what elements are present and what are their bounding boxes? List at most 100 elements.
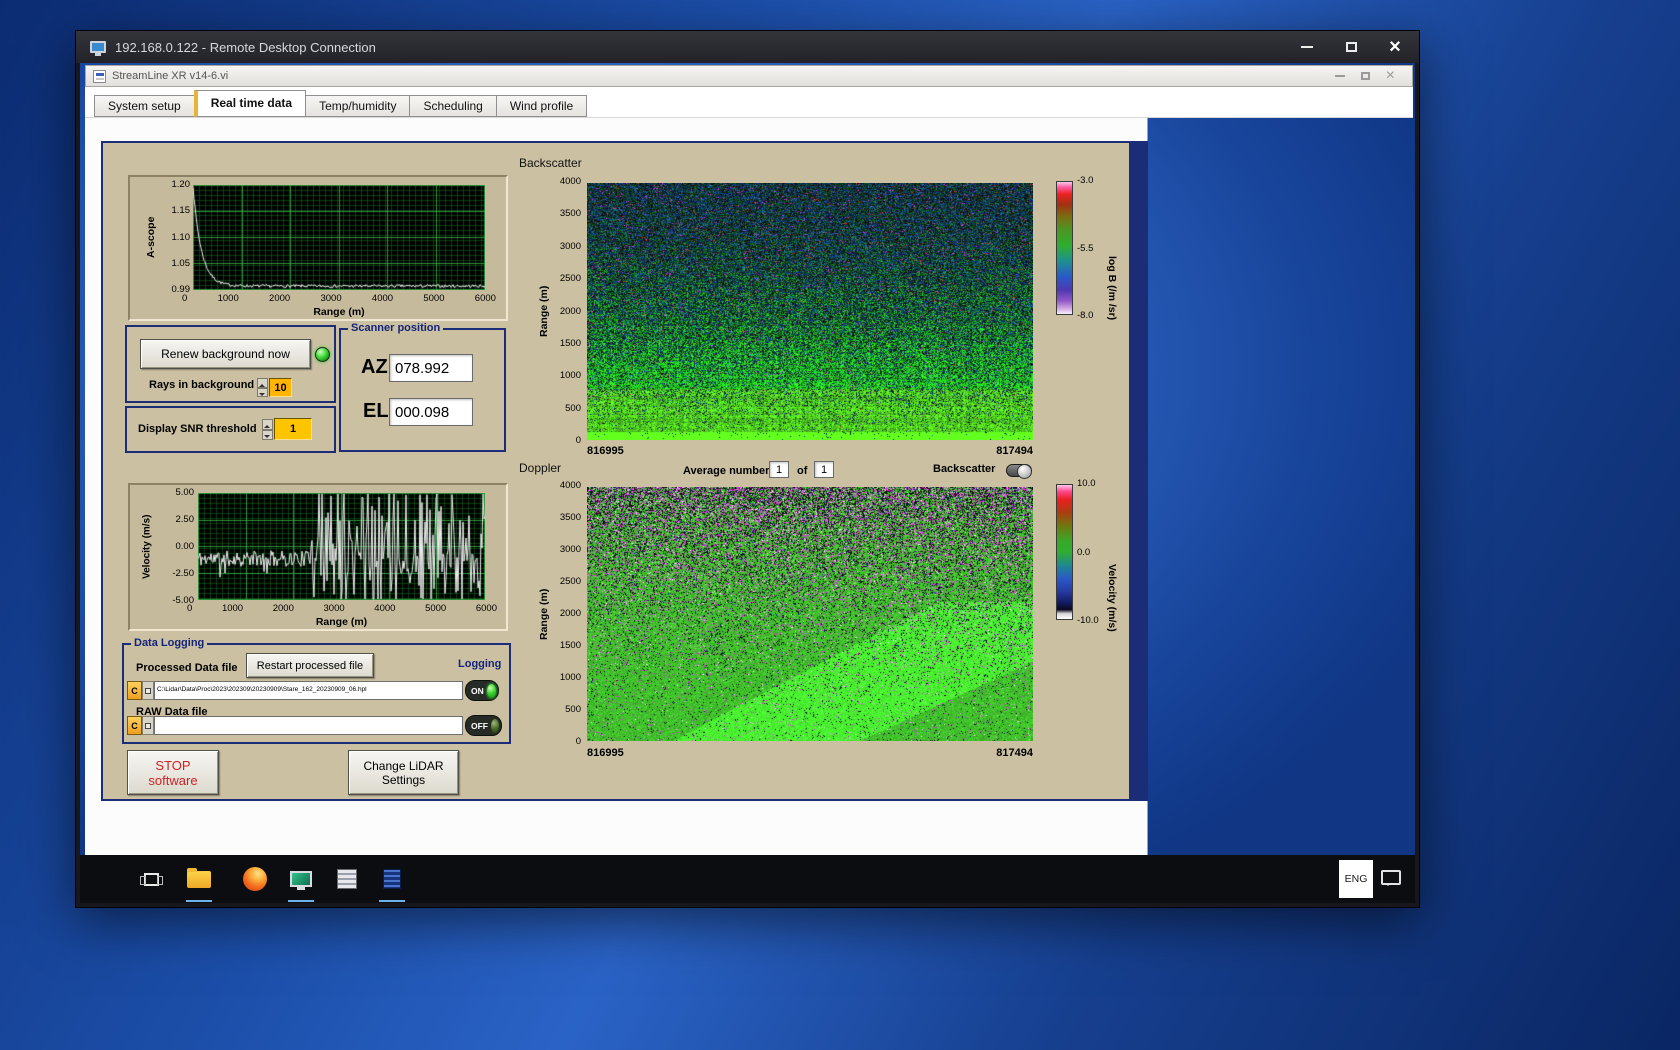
browse-icon[interactable] — [142, 716, 154, 735]
average-total-field[interactable]: 1 — [814, 461, 834, 478]
velocity-y-label: Velocity (m/s) — [141, 514, 153, 579]
app-window-title: StreamLine XR v14-6.vi — [112, 70, 229, 82]
rdp-titlebar[interactable]: 192.168.0.122 - Remote Desktop Connectio… — [76, 31, 1419, 63]
el-value-field[interactable]: 000.098 — [389, 398, 473, 426]
backscatter-x-end: 817494 — [996, 445, 1033, 457]
renew-background-label: Renew background now — [161, 347, 290, 361]
notification-chat-icon[interactable] — [1381, 870, 1401, 886]
tab-temp-humidity[interactable]: Temp/humidity — [305, 95, 411, 117]
az-value-field[interactable]: 078.992 — [389, 354, 473, 382]
app-minimize-icon[interactable] — [1334, 75, 1345, 77]
rdp-maximize-button[interactable] — [1329, 31, 1373, 63]
doppler-y-ticks: 4000 3500 3000 2500 2000 1500 1000 500 0 — [559, 480, 581, 747]
close-icon: × — [1389, 36, 1401, 58]
snr-value-field[interactable]: 1 — [274, 418, 312, 440]
backscatter-x-start: 816995 — [587, 445, 624, 457]
data-logging-title: Data Logging — [131, 637, 208, 650]
velocity-x-ticks: 0 1000 2000 3000 4000 5000 6000 — [187, 603, 497, 614]
minimize-icon — [1301, 46, 1313, 48]
velocity-x-label: Range (m) — [315, 616, 368, 628]
background-led-indicator — [315, 347, 330, 362]
panel-right-border — [1131, 141, 1148, 801]
doppler-title: Doppler — [519, 461, 562, 475]
raw-logging-led — [491, 718, 499, 733]
processed-logging-state: ON — [471, 685, 484, 696]
tab-scheduling[interactable]: Scheduling — [409, 95, 497, 117]
tab-wind-profile[interactable]: Wind profile — [495, 95, 588, 117]
stop-software-line2: software — [148, 772, 198, 788]
document-icon — [383, 869, 401, 889]
tab-real-time-data[interactable]: Real time data — [193, 90, 307, 117]
app-restore-icon[interactable] — [1360, 72, 1370, 80]
task-view-icon — [139, 872, 163, 886]
drive-icon[interactable]: C — [127, 716, 142, 735]
labview-vi-icon — [93, 69, 106, 83]
backscatter-toggle-label: Backscatter — [933, 463, 996, 475]
desktop: 192.168.0.122 - Remote Desktop Connectio… — [0, 0, 1680, 1050]
scanner-position-title: Scanner position — [348, 322, 444, 335]
raw-logging-toggle[interactable]: OFF — [465, 715, 502, 736]
file-explorer-button[interactable] — [179, 855, 219, 903]
doppler-colorbar — [1056, 484, 1073, 620]
firefox-button[interactable] — [235, 855, 275, 903]
labview-app-button[interactable] — [372, 855, 412, 903]
doppler-x-end: 817494 — [996, 747, 1033, 759]
firefox-icon — [243, 867, 267, 891]
task-view-button[interactable] — [131, 855, 171, 903]
browse-icon[interactable] — [142, 681, 154, 700]
a-scope-y-ticks: 1.20 1.15 1.10 1.05 0.99 — [171, 179, 191, 295]
backscatter-doppler-switch[interactable] — [1006, 464, 1032, 479]
rays-value-field[interactable]: 10 — [269, 378, 292, 397]
rdp-minimize-button[interactable] — [1285, 31, 1329, 63]
snr-spinner[interactable] — [262, 419, 273, 440]
scanner-position-box: Scanner position AZ 078.992 EL 000.098 — [339, 322, 506, 452]
rays-spinner[interactable] — [257, 378, 268, 397]
logging-label: Logging — [458, 658, 502, 670]
rdp-window: 192.168.0.122 - Remote Desktop Connectio… — [75, 30, 1420, 908]
backscatter-colorbar-label: log B (/m /sr) — [1106, 255, 1118, 321]
doppler-heatmap — [587, 487, 1033, 741]
az-label: AZ — [361, 356, 388, 378]
processed-path-control[interactable]: C C:\Lidar\Data\Proc\2023\202309\2023090… — [127, 681, 463, 700]
velocity-y-ticks: 5.00 2.50 0.00 -2.50 -5.00 — [172, 487, 194, 606]
scan-scheduler-button[interactable] — [327, 855, 367, 903]
processed-path-field[interactable]: C:\Lidar\Data\Proc\2023\202309\20230909\… — [154, 681, 463, 700]
backscatter-heatmap — [587, 183, 1033, 440]
velocity-chart: Velocity (m/s) 5.00 2.50 0.00 -2.50 -5.00 01… — [128, 483, 508, 631]
language-indicator[interactable]: ENG — [1339, 860, 1373, 898]
processed-data-file-label: Processed Data file — [136, 662, 238, 674]
raw-path-control[interactable]: C — [127, 716, 463, 735]
active-app-indicator — [379, 900, 405, 902]
snr-threshold-label: Display SNR threshold — [138, 423, 257, 435]
display-app-button[interactable] — [281, 855, 321, 903]
app-window-controls: × — [1334, 68, 1405, 84]
a-scope-plot — [193, 185, 485, 290]
drive-icon[interactable]: C — [127, 681, 142, 700]
taskbar: ENG — [80, 855, 1415, 903]
real-time-data-panel: A-scope 1.20 1.15 1.10 1.05 0.99 0 1000 2000 30… — [101, 141, 1131, 801]
tab-system-setup[interactable]: System setup — [94, 95, 195, 117]
stop-software-button[interactable]: STOP software — [127, 750, 219, 795]
raw-path-field[interactable] — [154, 716, 463, 735]
front-panel: A-scope 1.20 1.15 1.10 1.05 0.99 0 1000 2000 30… — [85, 118, 1148, 857]
rdp-close-button[interactable]: × — [1373, 31, 1417, 63]
change-lidar-settings-button[interactable]: Change LiDAR Settings — [348, 750, 459, 795]
backscatter-title: Backscatter — [519, 156, 582, 170]
renew-background-button[interactable]: Renew background now — [140, 339, 311, 369]
rdp-window-controls: × — [1285, 31, 1417, 63]
backscatter-colorbar-ticks: -3.0 -5.5 -8.0 — [1077, 175, 1094, 321]
app-titlebar[interactable]: StreamLine XR v14-6.vi × — [85, 65, 1413, 87]
stop-software-line1: STOP — [155, 757, 191, 773]
doppler-colorbar-label: Velocity (m/s) — [1106, 564, 1118, 632]
velocity-plot — [198, 493, 485, 600]
a-scope-x-ticks: 0 1000 2000 3000 4000 5000 6000 — [182, 293, 496, 304]
change-lidar-settings-line1: Change LiDAR — [363, 758, 444, 773]
scan-scheduler-icon — [337, 869, 357, 889]
restart-processed-file-button[interactable]: Restart processed file — [246, 653, 374, 678]
app-close-icon[interactable]: × — [1386, 68, 1395, 84]
processed-logging-led — [486, 683, 496, 698]
average-number-field[interactable]: 1 — [769, 461, 789, 478]
remote-desktop: StreamLine XR v14-6.vi × System setup Re… — [80, 63, 1415, 903]
processed-logging-toggle[interactable]: ON — [465, 680, 499, 701]
restart-processed-file-label: Restart processed file — [256, 659, 364, 672]
